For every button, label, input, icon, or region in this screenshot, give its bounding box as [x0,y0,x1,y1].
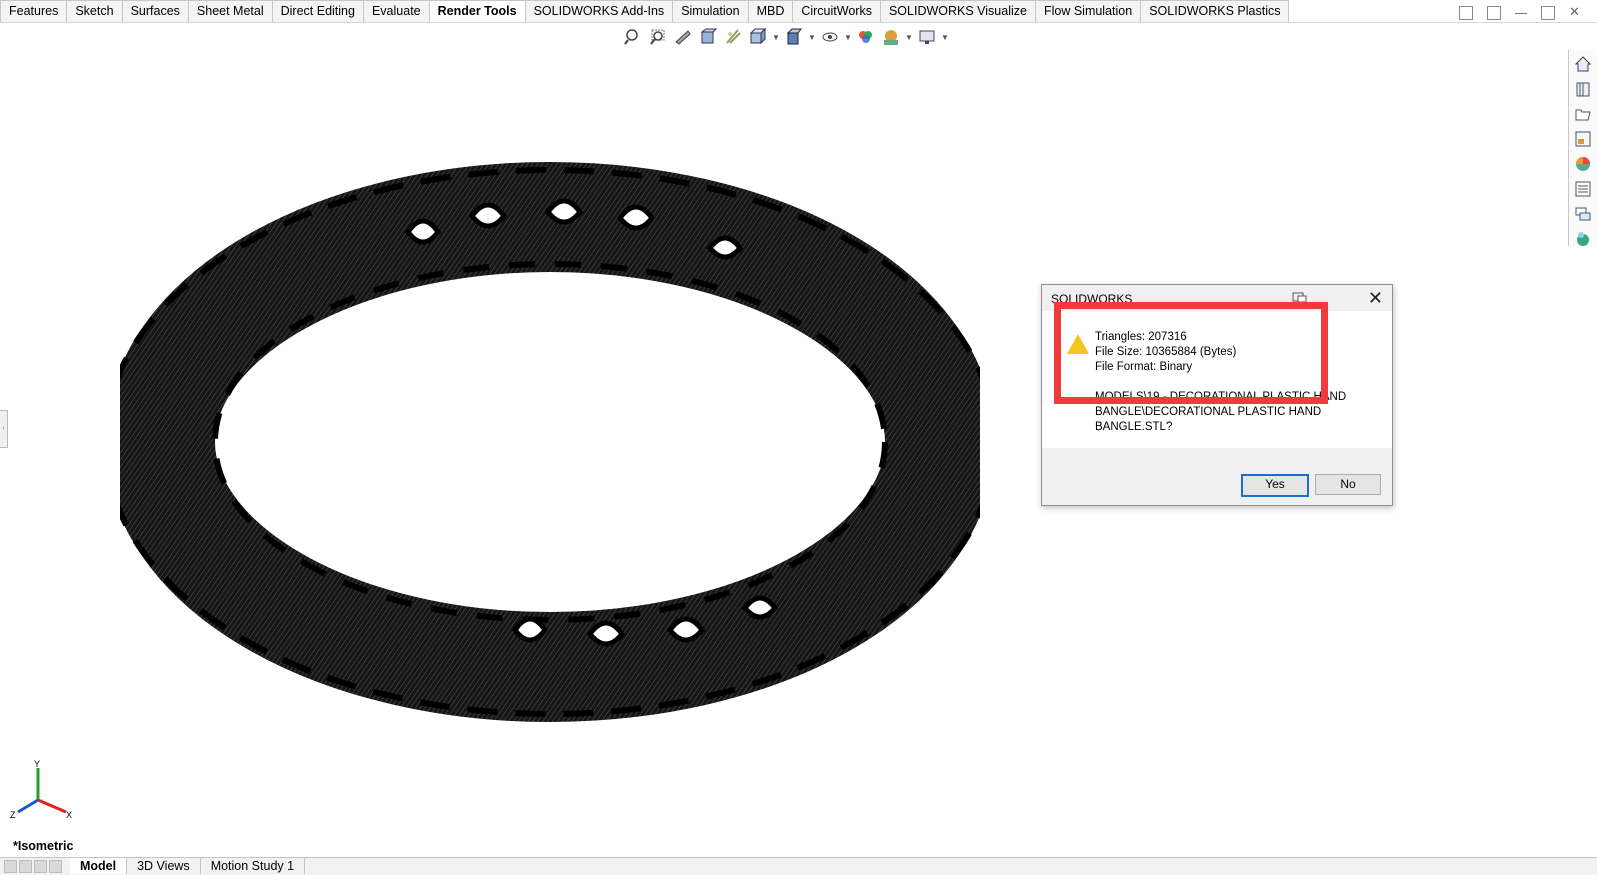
yes-button[interactable]: Yes [1241,474,1309,497]
dialog-close-icon[interactable]: ✕ [1368,289,1383,307]
file-explorer-icon[interactable] [1572,128,1594,150]
tab-evaluate[interactable]: Evaluate [363,0,430,23]
hide-show-items-icon[interactable] [819,27,841,47]
no-button[interactable]: No [1315,474,1381,495]
tab-simulation[interactable]: Simulation [673,0,749,23]
custom-properties-icon[interactable] [1572,178,1594,200]
tab-sketch[interactable]: Sketch [67,0,123,23]
triad-y-label: Y [34,760,40,769]
scroll-next-icon[interactable] [34,860,47,873]
view-settings-icon[interactable] [916,27,938,47]
highlight-box [1054,302,1328,404]
tab-sheet-metal[interactable]: Sheet Metal [188,0,273,23]
question-line-3: BANGLE.STL? [1095,421,1173,433]
close-document-icon[interactable]: ✕ [1569,5,1581,18]
display-style-icon[interactable] [783,27,805,47]
view-orientation-label: *Isometric [13,839,74,853]
tab-direct-editing[interactable]: Direct Editing [272,0,364,23]
resources-icon[interactable] [1572,78,1594,100]
apply-scene-icon[interactable] [880,27,902,47]
view-orientation-dropdown[interactable]: ▼ [772,33,780,42]
ribbon-divider [0,22,1597,23]
restore-icon[interactable] [1541,6,1555,20]
tab-model[interactable]: Model [70,858,128,874]
tab-solidworks-visualize[interactable]: SOLIDWORKS Visualize [880,0,1036,23]
tab-mbd[interactable]: MBD [748,0,794,23]
apply-scene-dropdown[interactable]: ▼ [905,33,913,42]
feature-manager-collapse-handle[interactable]: ‹ [0,410,8,448]
dynamic-annotation-icon[interactable] [722,27,744,47]
coordinate-triad: Y Z X [10,760,72,820]
stl-import-dialog: SOLIDWORKS ✕ Triangles: 207316 File Size… [1041,284,1393,506]
task-pane [1568,50,1597,246]
triad-x-label: X [66,810,72,820]
previous-view-icon[interactable] [672,27,694,47]
edit-appearance-icon[interactable] [855,27,877,47]
section-view-icon[interactable] [697,27,719,47]
tab-motion-study-1[interactable]: Motion Study 1 [201,858,306,874]
scroll-first-icon[interactable] [4,860,17,873]
tab-render-tools[interactable]: Render Tools [429,0,526,23]
tile-left-icon[interactable] [1459,6,1473,20]
document-window-controls: ✕ [1459,5,1581,20]
tab-solidworks-add-ins[interactable]: SOLIDWORKS Add-Ins [525,0,674,23]
tab-surfaces[interactable]: Surfaces [122,0,189,23]
minimize-icon[interactable] [1515,6,1527,14]
scroll-last-icon[interactable] [49,860,62,873]
tab-circuitworks[interactable]: CircuitWorks [793,0,881,23]
question-line-2: BANGLE\DECORATIONAL PLASTIC HAND [1095,406,1322,418]
tile-right-icon[interactable] [1487,6,1501,20]
zoom-to-area-icon[interactable] [647,27,669,47]
view-orientation-icon[interactable] [747,27,769,47]
hide-show-dropdown[interactable]: ▼ [844,33,852,42]
bottom-tab-bar: Model 3D Views Motion Study 1 [0,857,1597,875]
zoom-to-fit-icon[interactable] [622,27,644,47]
design-library-icon[interactable] [1572,103,1594,125]
command-manager-tabs: Features Sketch Surfaces Sheet Metal Dir… [0,0,1290,23]
triad-z-label: Z [10,810,16,820]
tab-3d-views[interactable]: 3D Views [127,858,201,874]
heads-up-view-toolbar: ▼ ▼ ▼ ▼ ▼ [622,26,949,48]
home-icon[interactable] [1572,53,1594,75]
forum-icon[interactable] [1572,203,1594,225]
tab-features[interactable]: Features [0,0,68,23]
scroll-prev-icon[interactable] [19,860,32,873]
tab-flow-simulation[interactable]: Flow Simulation [1035,0,1142,23]
tab-solidworks-plastics[interactable]: SOLIDWORKS Plastics [1141,0,1290,23]
tab-scroll-buttons [0,858,70,875]
3d-experience-icon[interactable] [1572,228,1594,250]
appearances-icon[interactable] [1572,153,1594,175]
bangle-model [120,162,980,722]
display-style-dropdown[interactable]: ▼ [808,33,816,42]
view-settings-dropdown[interactable]: ▼ [941,33,949,42]
